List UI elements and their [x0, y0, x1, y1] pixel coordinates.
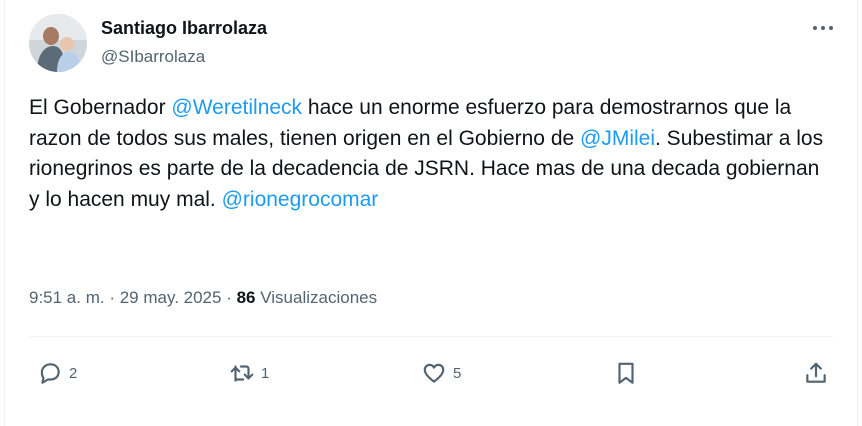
- mention-link[interactable]: @JMilei: [580, 127, 655, 150]
- tweet-text: El Gobernador @Weretilneck hace un enorm…: [29, 93, 829, 215]
- tweet-meta: 9:51 a. m. · 29 may. 2025 · 86 Visualiza…: [29, 288, 377, 308]
- author-handle[interactable]: @SIbarrolaza: [101, 47, 205, 67]
- reply-button[interactable]: 2: [37, 358, 77, 388]
- like-count: 5: [453, 364, 462, 382]
- views-count: 86: [236, 288, 256, 307]
- bookmark-button[interactable]: [613, 358, 639, 388]
- share-button[interactable]: [803, 358, 829, 388]
- bookmark-icon: [618, 362, 634, 384]
- tweet-date[interactable]: 29 may. 2025: [120, 288, 222, 307]
- tweet-card: Santiago Ibarrolaza @SIbarrolaza El Gobe…: [4, 0, 858, 426]
- reply-count: 2: [69, 364, 78, 382]
- like-button[interactable]: 5: [421, 358, 461, 388]
- mention-link[interactable]: @Weretilneck: [171, 96, 302, 119]
- author-name[interactable]: Santiago Ibarrolaza: [101, 18, 267, 39]
- share-icon: [806, 362, 826, 383]
- retweet-count: 1: [261, 364, 270, 382]
- meta-separator: ·: [221, 288, 237, 307]
- meta-separator: ·: [104, 288, 120, 307]
- mention-link[interactable]: @rionegrocomar: [222, 188, 379, 211]
- divider: [29, 336, 833, 337]
- retweet-button[interactable]: 1: [229, 358, 269, 388]
- retweet-icon: [230, 365, 254, 382]
- tweet-time[interactable]: 9:51 a. m.: [29, 288, 105, 307]
- views-label: Visualizaciones: [260, 288, 378, 307]
- avatar[interactable]: [29, 14, 87, 72]
- tweet-text-segment: El Gobernador: [29, 96, 172, 119]
- reply-icon: [40, 363, 60, 384]
- avatar-image: [29, 14, 87, 72]
- more-icon[interactable]: [811, 18, 835, 36]
- heart-icon: [423, 363, 445, 383]
